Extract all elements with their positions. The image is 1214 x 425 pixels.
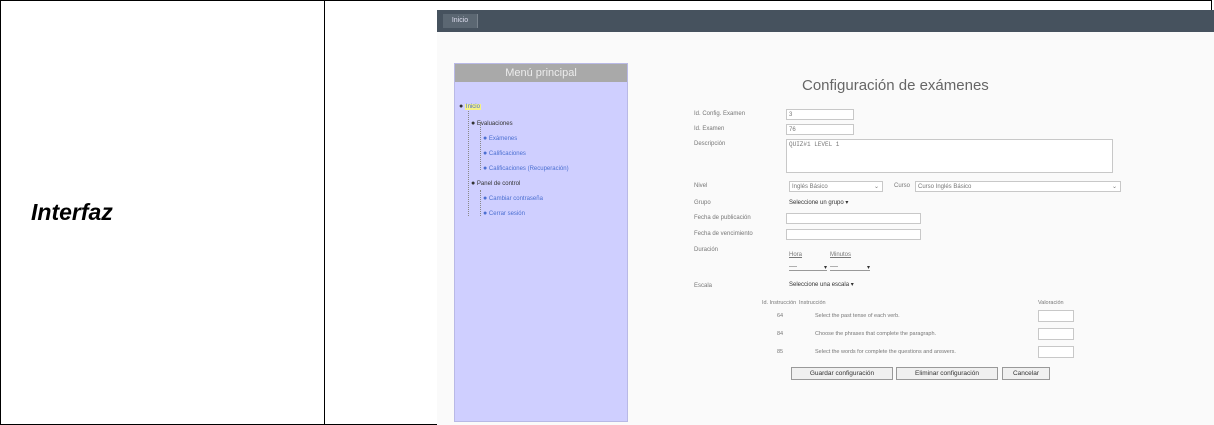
group-select[interactable]: Seleccione un grupo ▾	[789, 199, 848, 206]
course-select[interactable]: Curso Inglés Básico ⌄	[915, 181, 1121, 192]
sidebar-menu: Menú principal ● Inicio ● Evaluaciones ●…	[454, 63, 628, 422]
document-table: Interfaz Inicio Menú principal ● Inicio	[0, 0, 1214, 425]
tree-root[interactable]: ● Inicio	[459, 103, 481, 110]
row-value-input[interactable]	[1038, 328, 1074, 340]
caret-down-icon: ▾	[845, 200, 849, 206]
menu-label: Calificaciones	[488, 151, 526, 157]
tree-node-dot-icon: ●	[483, 210, 488, 217]
row-instruction: Select the words for complete the questi…	[815, 349, 956, 355]
chevron-down-icon: ⌄	[1111, 184, 1117, 190]
label-minutes: Minutos	[830, 252, 852, 258]
caret-down-icon: ▾	[823, 265, 827, 271]
menu-label: Calificaciones (Recuperación)	[488, 166, 569, 172]
chevron-down-icon: ⌄	[873, 184, 879, 190]
minutes-select[interactable]: ---- ▾	[830, 264, 870, 271]
group-label-evaluaciones: Evaluaciones	[476, 121, 513, 127]
tree-node-dot-icon: ●	[483, 195, 488, 202]
label-pub-date: Fecha de publicación	[694, 215, 751, 221]
description-textarea[interactable]: QUIZ#1 LEVEL 1	[786, 139, 1113, 173]
app-screenshot: Inicio Menú principal ● Inicio ● Evaluac…	[437, 10, 1214, 425]
save-config-button[interactable]: Guardar configuración	[791, 367, 893, 380]
menu-item-calificaciones[interactable]: ● Calificaciones	[483, 150, 526, 157]
group-select-value: Seleccione un grupo	[789, 200, 844, 206]
delete-config-button[interactable]: Eliminar configuración	[896, 367, 998, 380]
row-value-input[interactable]	[1038, 346, 1074, 358]
menu-label: Cerrar sesión	[488, 211, 525, 217]
pub-date-input[interactable]	[786, 213, 921, 224]
id-exam-input[interactable]: 76	[786, 124, 854, 135]
menu-label: Exámenes	[488, 136, 518, 142]
row-instruction: Select the past tense of each verb.	[815, 313, 900, 319]
tree-node-dot-icon: ●	[471, 120, 476, 127]
hour-select[interactable]: ---- ▾	[789, 264, 827, 271]
menu-item-examenes[interactable]: ● Exámenes	[483, 135, 517, 142]
row-id: 85	[777, 349, 784, 355]
menu-tree: ● Inicio ● Evaluaciones ● Exámenes ● Cal…	[455, 64, 627, 394]
col-header-instruction: Instrucción	[799, 300, 826, 306]
menu-item-inicio[interactable]: Inicio	[464, 104, 481, 110]
scale-select-value: Seleccione una escala	[789, 282, 850, 288]
tree-node-dot-icon: ●	[483, 150, 488, 157]
menu-label: Cambiar contraseña	[488, 196, 543, 202]
screenshot-cell: Inicio Menú principal ● Inicio ● Evaluac…	[324, 0, 1214, 425]
due-date-input[interactable]	[786, 229, 921, 240]
tree-group-panel-control[interactable]: ● Panel de control	[471, 180, 520, 187]
label-level: Nivel	[694, 183, 708, 189]
label-due-date: Fecha de vencimiento	[694, 231, 753, 237]
label-group: Grupo	[694, 200, 711, 206]
tree-node-dot-icon: ●	[459, 103, 464, 110]
label-id-exam: Id. Examen	[694, 126, 725, 132]
col-header-id: Id. Instrucción	[762, 300, 797, 306]
row-id: 64	[777, 313, 784, 319]
col-header-value: Valoración	[1038, 300, 1064, 306]
row-label: Interfaz	[0, 0, 325, 425]
label-description: Descripción	[694, 141, 726, 147]
menu-item-cambiar-contrasena[interactable]: ● Cambiar contraseña	[483, 195, 543, 202]
group-label-panel-control: Panel de control	[476, 181, 521, 187]
nav-tab-inicio[interactable]: Inicio	[443, 14, 478, 28]
label-course: Curso	[894, 183, 911, 189]
tree-node-dot-icon: ●	[483, 135, 488, 142]
row-instruction: Choose the phrases that complete the par…	[815, 331, 937, 337]
level-select-value: Inglés Básico	[792, 184, 828, 190]
minutes-select-value: ----	[830, 264, 838, 270]
course-select-value: Curso Inglés Básico	[918, 184, 972, 190]
row-value-input[interactable]	[1038, 310, 1074, 322]
top-nav-bar: Inicio	[437, 10, 1214, 32]
label-duration: Duración	[694, 247, 719, 253]
page-title: Configuración de exámenes	[802, 77, 989, 94]
label-hour: Hora	[789, 252, 803, 258]
label-id-config: Id. Config. Examen	[694, 111, 746, 117]
hour-select-value: ----	[789, 264, 797, 270]
caret-down-icon: ▾	[850, 282, 854, 288]
level-select[interactable]: Inglés Básico ⌄	[789, 181, 883, 192]
scale-select[interactable]: Seleccione una escala ▾	[789, 281, 854, 288]
menu-item-calificaciones-recuperacion[interactable]: ● Calificaciones (Recuperación)	[483, 165, 569, 172]
id-config-input[interactable]: 3	[786, 109, 854, 120]
cancel-button[interactable]: Cancelar	[1002, 367, 1050, 380]
tree-node-dot-icon: ●	[483, 165, 488, 172]
tree-node-dot-icon: ●	[471, 180, 476, 187]
caret-down-icon: ▾	[866, 265, 870, 271]
label-scale: Escala	[694, 283, 713, 289]
tree-group-evaluaciones[interactable]: ● Evaluaciones	[471, 120, 513, 127]
row-id: 84	[777, 331, 784, 337]
menu-item-cerrar-sesion[interactable]: ● Cerrar sesión	[483, 210, 525, 217]
